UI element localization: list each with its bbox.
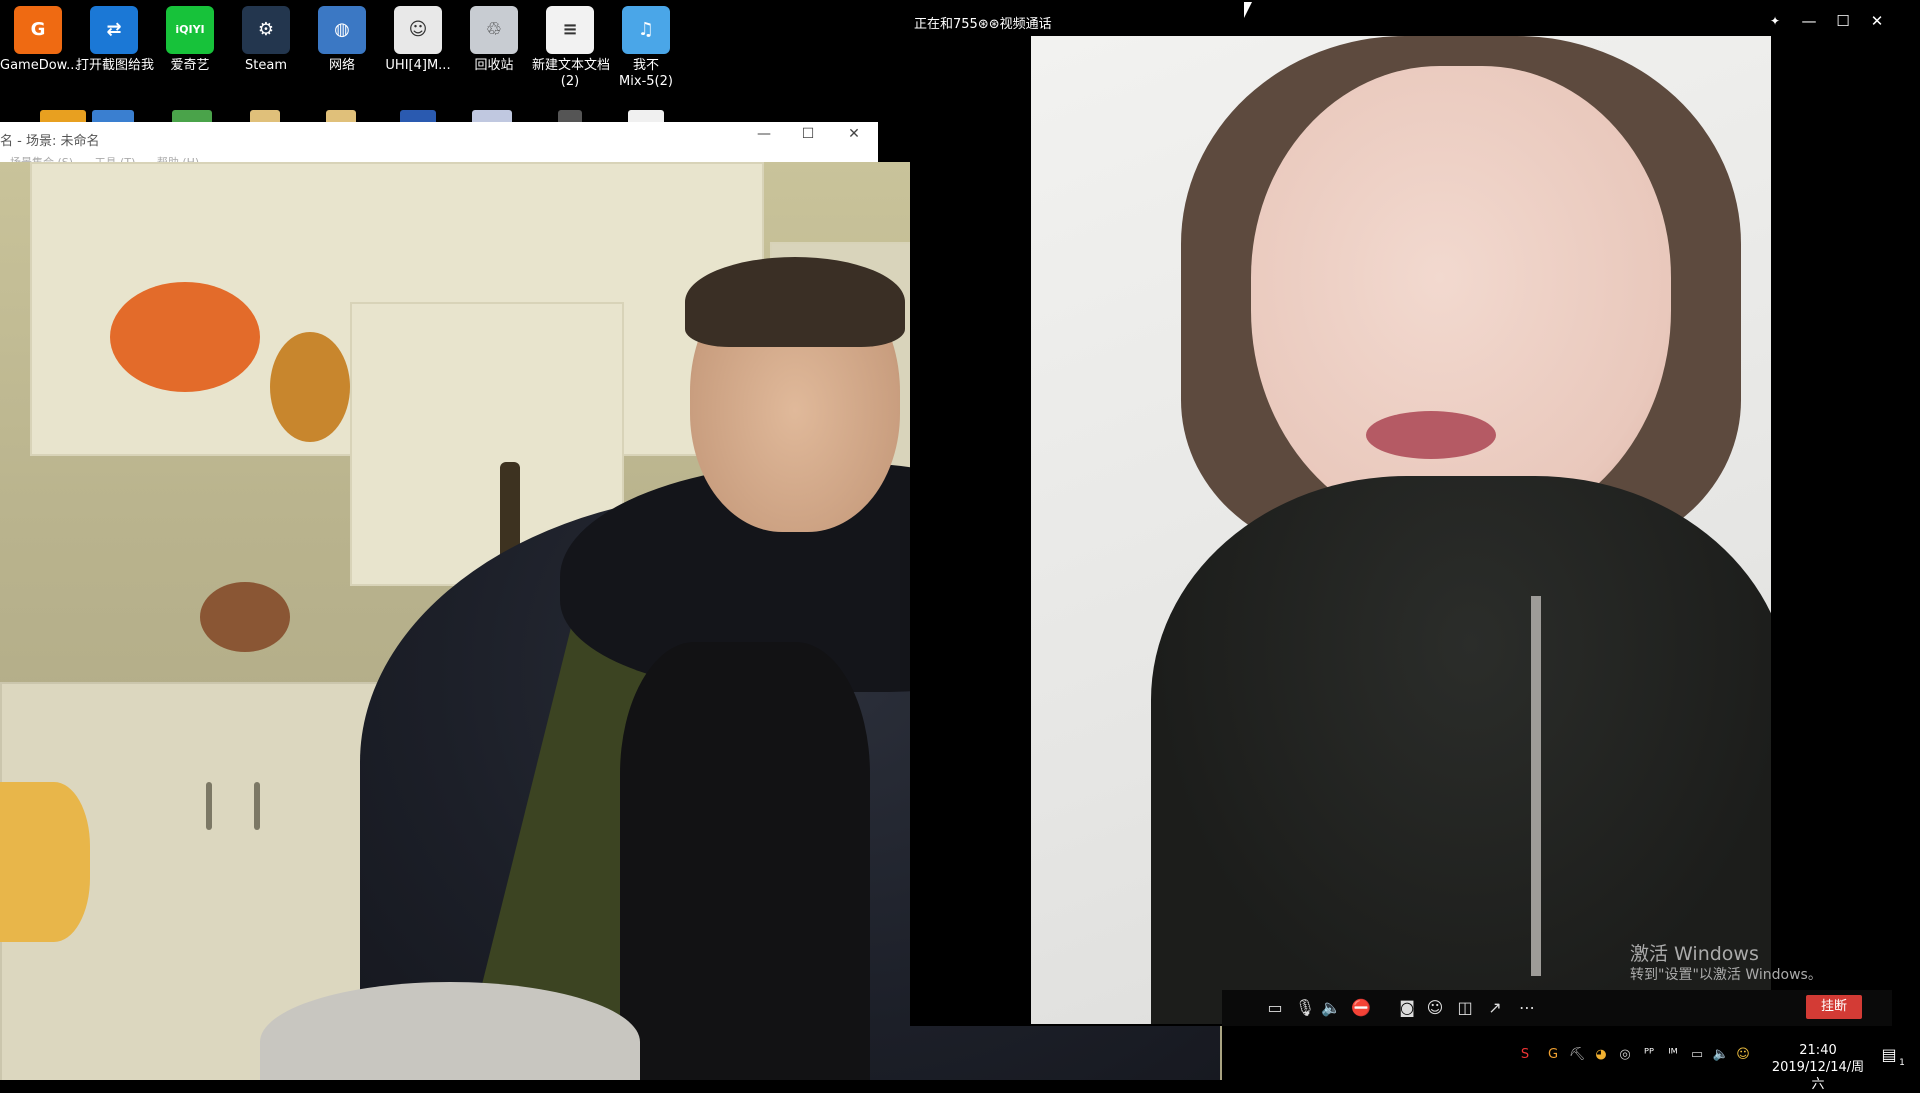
desktop-icon-glyph: ☺ [394,6,442,54]
desktop-icon-label: UHI[4]M... [385,58,451,73]
remote-lips [1366,411,1496,459]
desktop-icon-partial[interactable] [326,110,356,122]
tray-icon[interactable]: ☺ [1734,1046,1752,1064]
clock-time: 21:40 [1799,1043,1837,1058]
desktop-icon-glyph: ♲ [470,6,518,54]
tray-icon[interactable]: G [1544,1046,1562,1064]
scene-editor-title: 名 - 场景: 未命名 [0,134,100,149]
close-button[interactable]: ✕ [834,126,874,142]
desktop-icon[interactable]: ◍ 网络 [304,6,380,74]
maximize-button[interactable]: ☐ [1828,10,1858,32]
desktop-icon-label: 爱奇艺 [170,58,210,73]
tray-icon[interactable]: ▭ [1688,1046,1706,1064]
minimize-button[interactable]: — [1794,10,1824,32]
desktop-icon-glyph: ♫ [622,6,670,54]
desktop-icon[interactable]: ⚙ Steam [228,6,304,74]
desktop-icon-label: Steam [245,58,287,73]
cabinet-handle [254,782,260,830]
clock-date: 2019/12/14/周六 [1771,1060,1865,1092]
toy [110,282,260,392]
desktop-icon[interactable]: ☺ UHI[4]M... [380,6,456,74]
call-control-bar: 挂断 ▭ 🎙 🔈 ⛔ ◙ ☺ ◫ ↗ ⋯ [1222,990,1892,1026]
tray-icon[interactable]: 🔈 [1712,1046,1730,1064]
desktop-icon-partial[interactable] [558,110,582,122]
tray-icon[interactable]: ᴾᴾ [1640,1046,1658,1064]
desktop-icon-glyph: ⚙ [242,6,290,54]
more-icon[interactable]: ⋯ [1514,996,1540,1020]
desktop-icon-partial[interactable] [92,110,134,122]
desktop-icon-label: 我不 Mix-5(2) [619,58,673,89]
hoodie-string [1531,596,1541,976]
tray-icon[interactable]: ⛏ [1568,1046,1586,1064]
cabinet-handle [206,782,212,830]
desktop-icon[interactable]: ⇄ 打开截图给我 [76,6,155,74]
call-title: 正在和755⊛⊛视频通话 [914,17,1052,32]
maximize-button[interactable]: ☐ [788,126,828,142]
windows-activation-watermark: 激活 Windows 转到"设置"以激活 Windows。 [1630,942,1822,984]
desktop-icon-glyph: G [14,6,62,54]
desktop-icon-partial[interactable] [628,110,664,122]
scene-editor-window: 名 - 场景: 未命名 场景集合 (S) 工具 (T) 帮助 (H) — ☐ ✕ [0,122,878,169]
desktop-icon-label: GameDow... [0,58,79,73]
desktop-icon-partial[interactable] [172,110,212,122]
desktop-icon[interactable]: ≡ 新建文本文档 (2) [532,6,611,90]
mouse-cursor-icon [1244,2,1252,18]
hangup-button[interactable]: 挂断 [1806,995,1862,1019]
camera-off-icon[interactable]: ⛔ [1348,996,1374,1020]
desktop-icon-label: 回收站 [474,58,514,73]
call-titlebar[interactable]: 正在和755⊛⊛视频通话 ✦ — ☐ ✕ [910,6,1892,36]
effects-icon[interactable]: ☺ [1422,996,1448,1020]
desktop-icon-partial[interactable] [400,110,436,122]
person-shirt [620,642,870,1080]
desktop-icon[interactable]: ♫ 我不 Mix-5(2) [608,6,684,90]
chat-icon[interactable]: ▭ [1262,996,1288,1020]
desktop-icon-partial[interactable] [40,110,86,122]
desktop-icon-glyph: ⇄ [90,6,138,54]
pin-icon[interactable]: ✦ [1760,10,1790,32]
tray-icon[interactable]: ◎ [1616,1046,1634,1064]
plush-toy [200,582,290,652]
activation-line-1: 激活 Windows [1630,943,1759,965]
pillow [0,782,90,942]
tray-icon[interactable]: ◕ [1592,1046,1610,1064]
close-button[interactable]: ✕ [1862,10,1892,32]
desktop-icon[interactable]: iQIYI 爱奇艺 [152,6,228,74]
desktop-icon-glyph: ≡ [546,6,594,54]
desktop-icon-glyph: iQIYI [166,6,214,54]
video-call-window: 正在和755⊛⊛视频通话 ✦ — ☐ ✕ [910,6,1892,1026]
activation-line-2: 转到"设置"以激活 Windows。 [1630,967,1822,983]
person-hair [685,257,905,347]
remote-video-feed [1031,36,1771,1024]
tray-icon[interactable]: ᴵᴹ [1664,1046,1682,1064]
microphone-icon[interactable]: 🎙 [1292,996,1318,1020]
desktop-icon-label: 打开截图给我 [76,58,155,73]
desktop-icon[interactable]: ♲ 回收站 [456,6,532,74]
snapshot-icon[interactable]: ◙ [1394,996,1420,1020]
desktop-icon-glyph: ◍ [318,6,366,54]
desktop-icon-label: 新建文本文档 (2) [532,58,611,89]
remote-face [1251,66,1671,536]
clock[interactable]: 21:40 2019/12/14/周六 [1768,1042,1868,1093]
speaker-icon[interactable]: 🔈 [1318,996,1344,1020]
desktop-icon-label: 网络 [328,58,355,73]
notifications-count: 1 [1899,1058,1905,1068]
desktop-icon[interactable]: G GameDow... [0,6,79,74]
desktop-icon-partial[interactable] [472,110,512,122]
figurine [270,332,350,442]
tray-icon[interactable]: S [1516,1046,1534,1064]
share-icon[interactable]: ↗ [1482,996,1508,1020]
layout-icon[interactable]: ◫ [1452,996,1478,1020]
minimize-button[interactable]: — [744,126,784,142]
desktop-icon-partial[interactable] [250,110,280,122]
